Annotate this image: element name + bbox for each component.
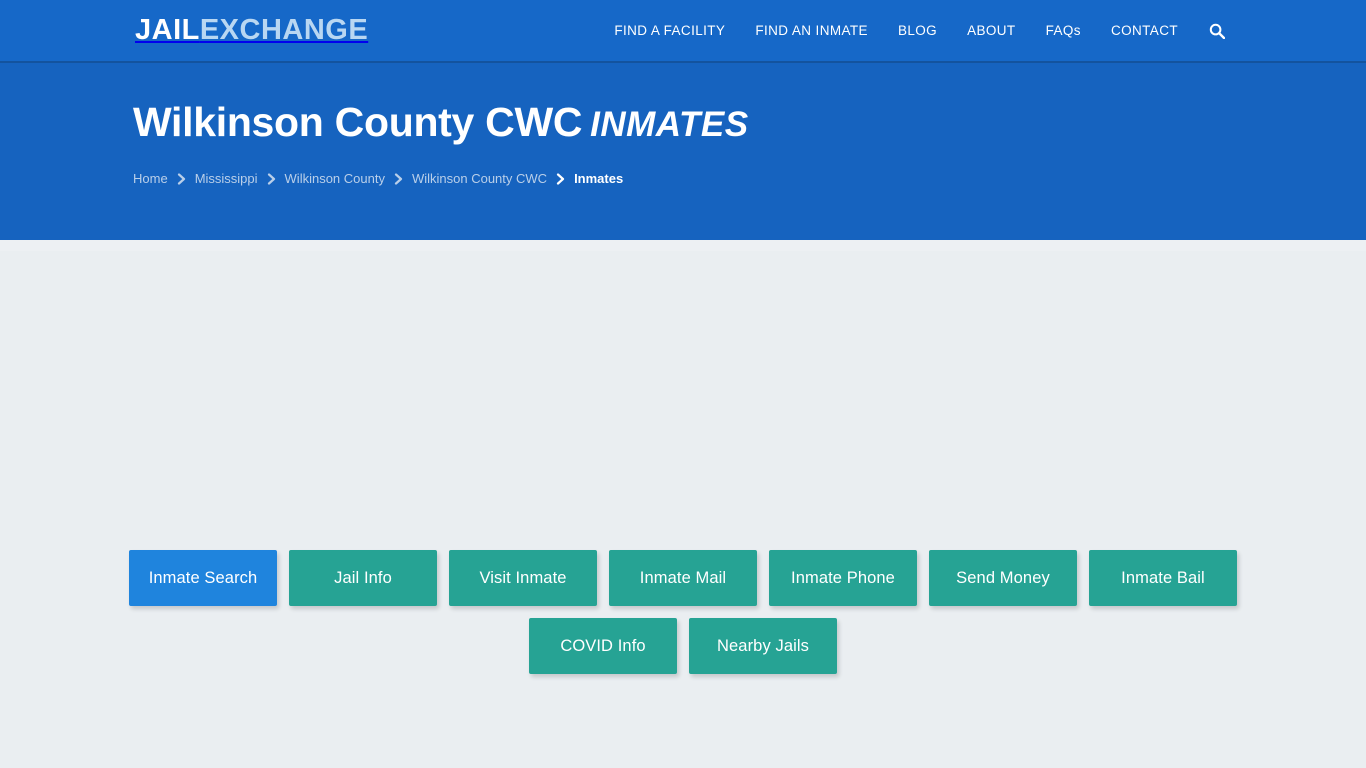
chevron-right-icon xyxy=(267,173,276,185)
main-content: Inmate Search Jail Info Visit Inmate Inm… xyxy=(0,251,1366,768)
page-title-section: INMATES xyxy=(590,105,749,144)
search-toggle-button[interactable] xyxy=(1193,17,1233,45)
button-visit-inmate[interactable]: Visit Inmate xyxy=(449,550,597,606)
nav-link-faqs[interactable]: FAQs xyxy=(1031,15,1096,46)
nav-list: FIND A FACILITY FIND AN INMATE BLOG ABOU… xyxy=(599,15,1233,46)
breadcrumb-item-county[interactable]: Wilkinson County xyxy=(285,172,385,185)
breadcrumb-item-facility[interactable]: Wilkinson County CWC xyxy=(412,172,547,185)
page-root: JAILEXCHANGE FIND A FACILITY FIND AN INM… xyxy=(0,0,1366,768)
main-navigation: FIND A FACILITY FIND AN INMATE BLOG ABOU… xyxy=(599,15,1233,46)
page-hero: Wilkinson County CWC INMATES Home Mississ… xyxy=(0,63,1366,240)
button-send-money[interactable]: Send Money xyxy=(929,550,1077,606)
button-nearby-jails[interactable]: Nearby Jails xyxy=(689,618,837,674)
nav-link-contact[interactable]: CONTACT xyxy=(1096,15,1193,46)
nav-link-find-a-facility[interactable]: FIND A FACILITY xyxy=(599,15,740,46)
chevron-right-icon xyxy=(556,173,565,185)
button-inmate-phone[interactable]: Inmate Phone xyxy=(769,550,917,606)
facility-nav-buttons: Inmate Search Jail Info Visit Inmate Inm… xyxy=(129,550,1237,674)
breadcrumb-item-home[interactable]: Home xyxy=(133,172,168,185)
main-container: Inmate Search Jail Info Visit Inmate Inm… xyxy=(129,251,1237,768)
hero-container: Wilkinson County CWC INMATES Home Mississ… xyxy=(133,63,1233,185)
breadcrumb-item-state[interactable]: Mississippi xyxy=(195,172,258,185)
nav-item-contact[interactable]: CONTACT xyxy=(1096,15,1193,46)
hero-divider-strip xyxy=(0,240,1366,251)
button-inmate-mail[interactable]: Inmate Mail xyxy=(609,550,757,606)
button-inmate-bail[interactable]: Inmate Bail xyxy=(1089,550,1237,606)
button-covid-info[interactable]: COVID Info xyxy=(529,618,677,674)
site-header: JAILEXCHANGE FIND A FACILITY FIND AN INM… xyxy=(0,0,1366,63)
nav-item-blog[interactable]: BLOG xyxy=(883,15,952,46)
nav-item-faqs[interactable]: FAQs xyxy=(1031,15,1096,46)
button-inmate-search[interactable]: Inmate Search xyxy=(129,550,277,606)
nav-item-find-a-facility[interactable]: FIND A FACILITY xyxy=(599,15,740,46)
site-logo[interactable]: JAILEXCHANGE xyxy=(135,16,368,45)
nav-link-about[interactable]: ABOUT xyxy=(952,15,1031,46)
chevron-right-icon xyxy=(177,173,186,185)
nav-item-find-an-inmate[interactable]: FIND AN INMATE xyxy=(740,15,883,46)
chevron-right-icon xyxy=(394,173,403,185)
page-title: Wilkinson County CWC INMATES xyxy=(133,99,1233,146)
button-jail-info[interactable]: Jail Info xyxy=(289,550,437,606)
logo-text-primary: JAIL xyxy=(135,14,200,46)
header-container: JAILEXCHANGE FIND A FACILITY FIND AN INM… xyxy=(133,0,1233,61)
advertisement-slot xyxy=(133,251,1233,539)
page-title-facility: Wilkinson County CWC xyxy=(133,99,583,145)
logo-text-secondary: EXCHANGE xyxy=(199,14,369,46)
nav-link-find-an-inmate[interactable]: FIND AN INMATE xyxy=(740,15,883,46)
search-icon xyxy=(1209,23,1225,39)
nav-link-blog[interactable]: BLOG xyxy=(883,15,952,46)
facility-button-row-1: Inmate Search Jail Info Visit Inmate Inm… xyxy=(129,550,1237,606)
breadcrumb-item-current: Inmates xyxy=(574,171,624,187)
nav-item-about[interactable]: ABOUT xyxy=(952,15,1031,46)
facility-button-row-2: COVID Info Nearby Jails xyxy=(133,618,1233,674)
breadcrumb: Home Mississippi Wilkinson County Wilkin… xyxy=(133,172,1233,185)
